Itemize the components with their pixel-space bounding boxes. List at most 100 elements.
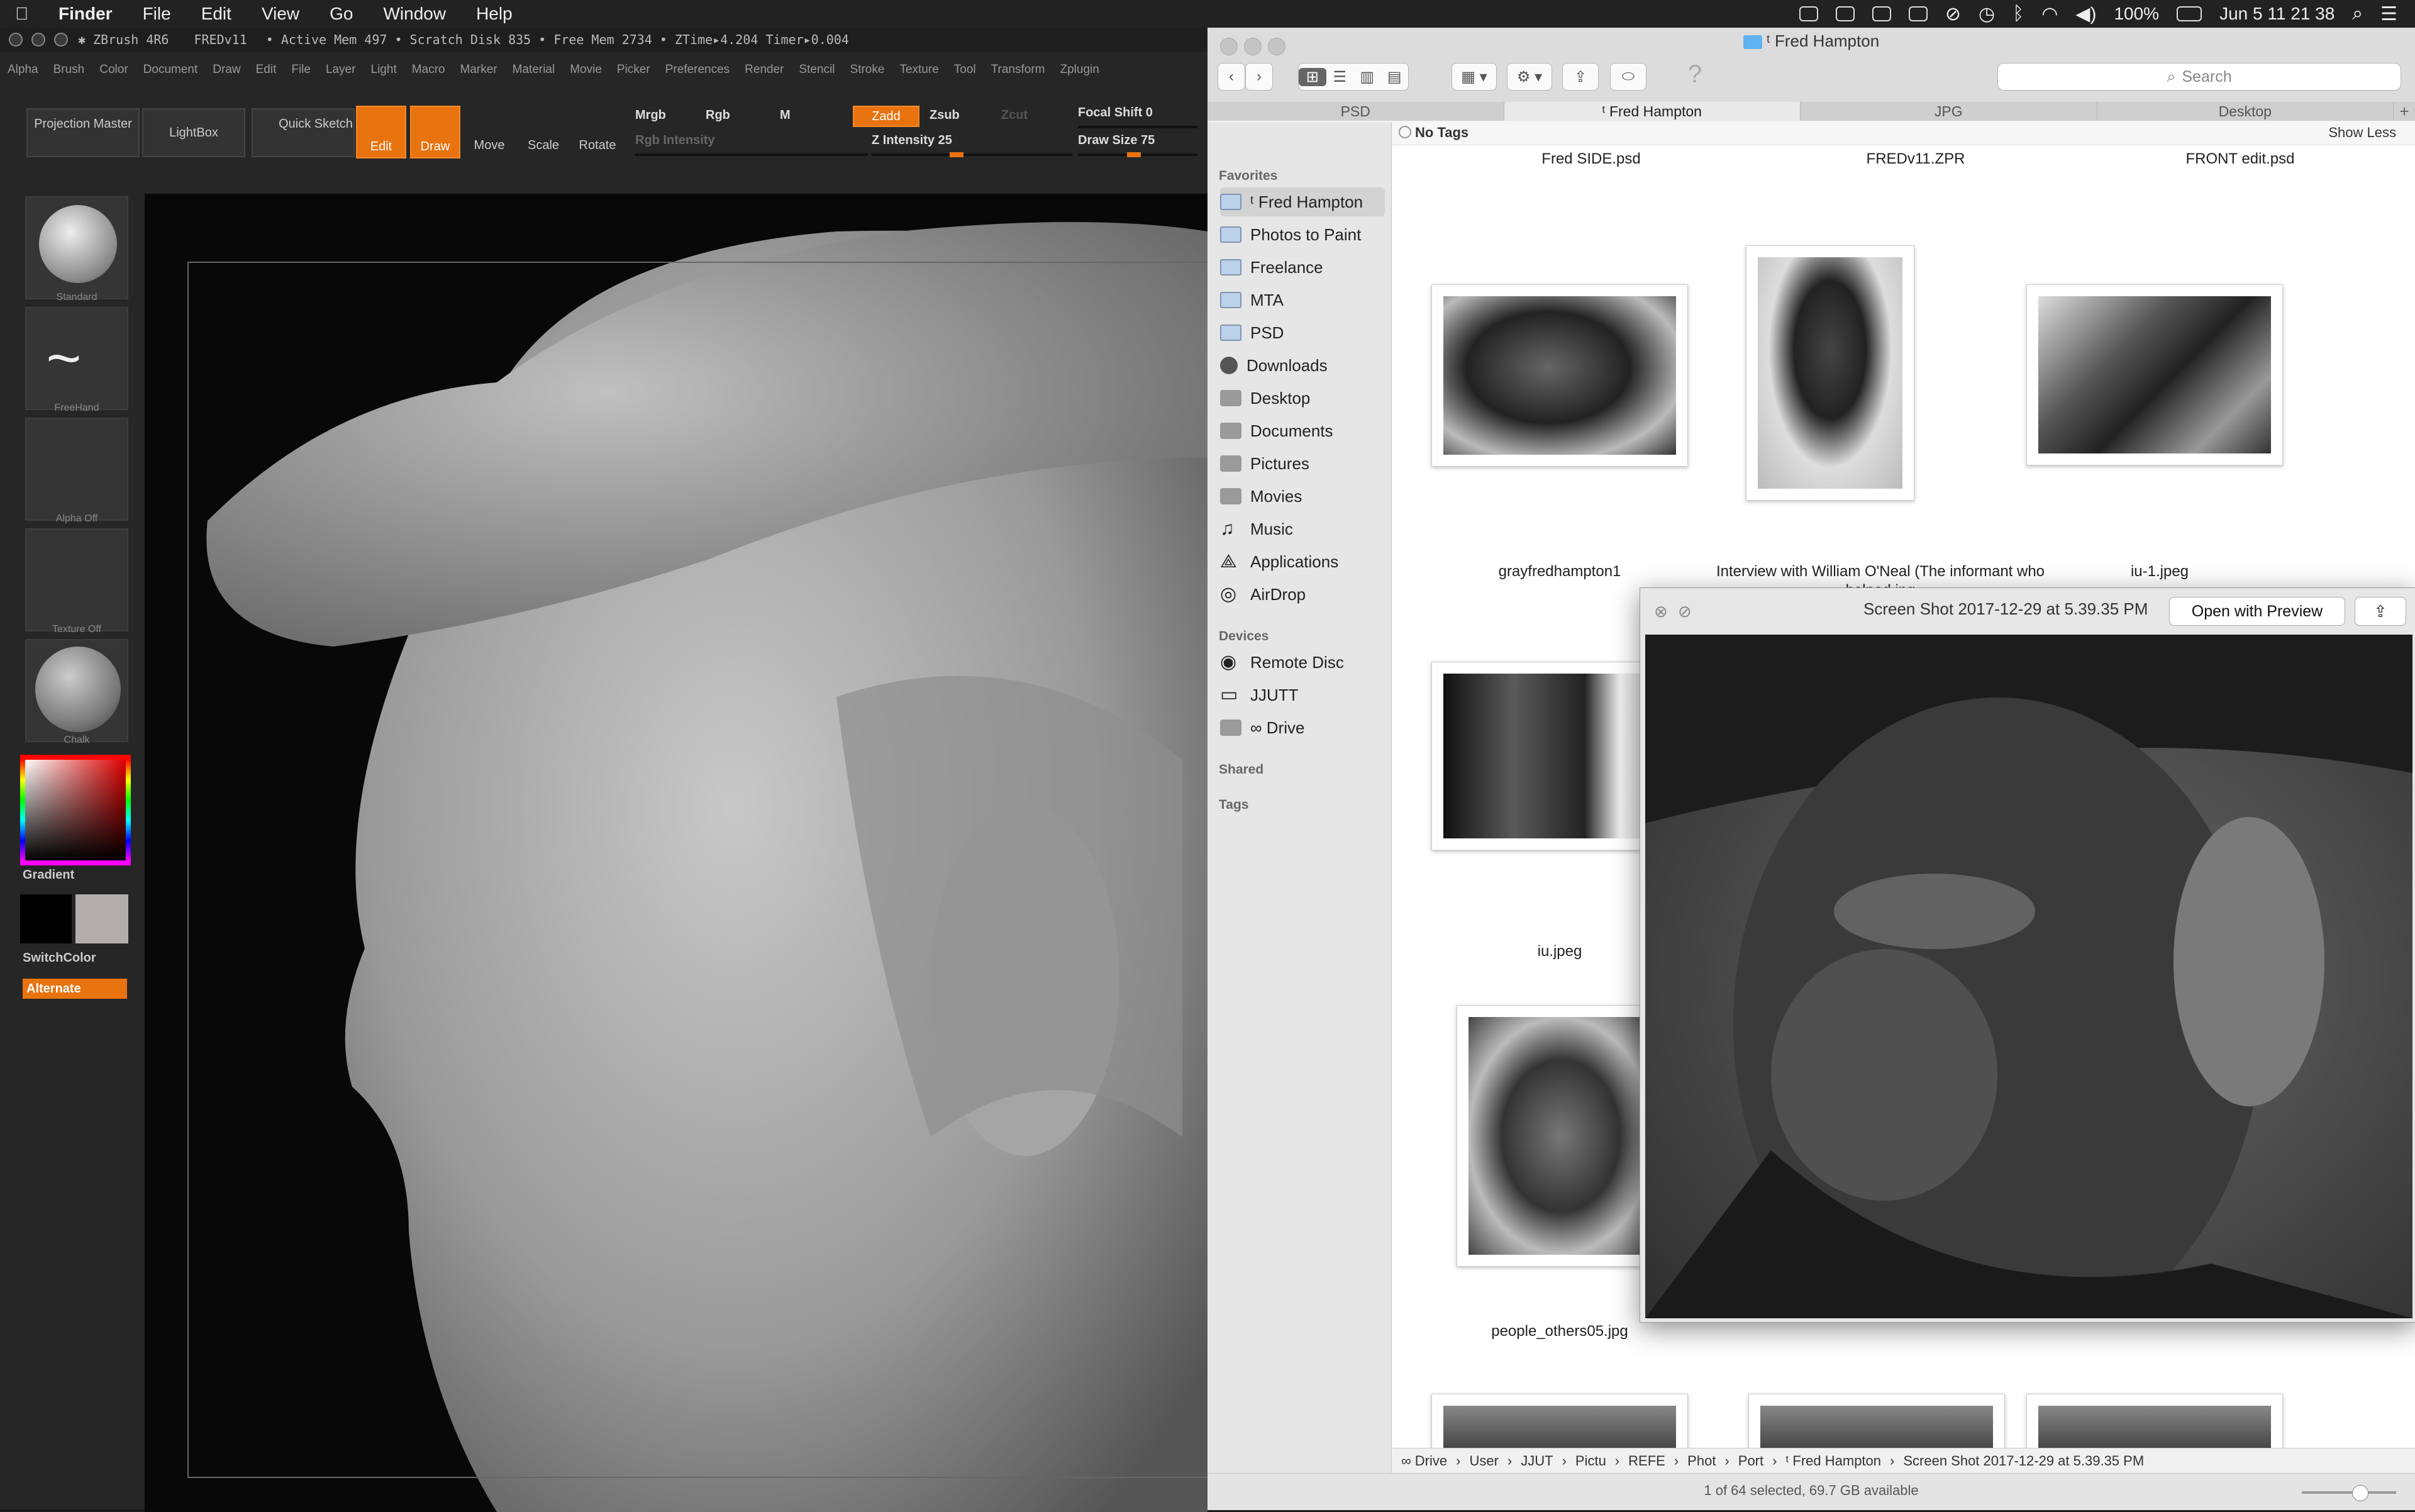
tab-jpg[interactable]: JPG	[1801, 102, 2097, 121]
zb-menu-light[interactable]: Light	[364, 63, 404, 77]
sync-icon[interactable]: ⊘	[1945, 3, 1961, 25]
zb-menu-file[interactable]: File	[284, 63, 318, 77]
draw-size-knob[interactable]	[1127, 152, 1141, 157]
file-thumbnail[interactable]	[1457, 1005, 1665, 1267]
path-segment[interactable]: Phot	[1687, 1453, 1716, 1469]
lightbox-button[interactable]: LightBox	[142, 108, 245, 157]
path-segment[interactable]: ∞ Drive	[1401, 1453, 1447, 1469]
freehand-stroke-button[interactable]: ~	[25, 307, 128, 410]
zb-menu-draw[interactable]: Draw	[205, 63, 248, 77]
zb-menu-material[interactable]: Material	[505, 63, 563, 77]
layout-icon[interactable]	[1835, 6, 1855, 21]
new-tab-button[interactable]: +	[2394, 102, 2415, 121]
menu-file[interactable]: File	[128, 4, 186, 24]
focal-shift-track[interactable]	[1078, 126, 1197, 128]
share-icon[interactable]: ⇪	[1562, 63, 1599, 91]
projection-master-button[interactable]: Projection Master	[26, 108, 140, 157]
rgb-button[interactable]: Rgb	[706, 108, 730, 123]
tab-fred-hampton[interactable]: ᵗ Fred Hampton	[1504, 102, 1801, 121]
zb-menu-preferences[interactable]: Preferences	[658, 63, 737, 77]
path-segment[interactable]: Port	[1738, 1453, 1763, 1469]
zbrush-close-button[interactable]	[9, 33, 23, 47]
path-segment[interactable]: Pictu	[1575, 1453, 1606, 1469]
quick-sketch-button[interactable]: Quick Sketch	[252, 108, 355, 157]
quick-look-close-icon[interactable]: ⊗	[1654, 602, 1668, 621]
drive-icon[interactable]	[1908, 6, 1928, 21]
sidebar-item-pictures[interactable]: Pictures	[1220, 449, 1385, 478]
z-intensity-knob[interactable]	[950, 152, 963, 157]
quick-look-fullscreen-icon[interactable]: ⊘	[1678, 602, 1692, 621]
z-intensity-slider[interactable]: Z Intensity 25	[872, 133, 952, 148]
action-gear-icon[interactable]: ⚙ ▾	[1507, 63, 1552, 91]
gradient-label[interactable]: Gradient	[23, 868, 74, 882]
draw-size-slider[interactable]: Draw Size 75	[1078, 133, 1155, 148]
clock[interactable]: Jun 5 11 21 38	[2219, 4, 2334, 24]
zb-menu-render[interactable]: Render	[737, 63, 791, 77]
app-menu[interactable]: Finder	[43, 4, 128, 24]
zb-menu-alpha[interactable]: Alpha	[0, 63, 46, 77]
sidebar-item-jjutt[interactable]: ▭ JJUTT	[1220, 681, 1385, 709]
zcut-button[interactable]: Zcut	[1001, 108, 1028, 123]
bluetooth-icon[interactable]: ᛒ	[2012, 3, 2024, 25]
tag-icon[interactable]: ⬭	[1610, 63, 1646, 91]
sidebar-item-desktop[interactable]: Desktop	[1220, 384, 1385, 413]
zb-menu-picker[interactable]: Picker	[609, 63, 658, 77]
file-thumbnail[interactable]	[1746, 245, 1914, 501]
path-segment[interactable]: REFE	[1628, 1453, 1665, 1469]
menu-window[interactable]: Window	[368, 4, 461, 24]
spotlight-icon[interactable]: ⌕	[2352, 3, 2363, 25]
printer-icon[interactable]	[1799, 6, 1818, 21]
search-field[interactable]: ⌕ Search	[1997, 63, 2401, 91]
battery-icon[interactable]	[2177, 6, 2202, 21]
sidebar-item-mta[interactable]: MTA	[1220, 286, 1385, 314]
rotate-mode-button[interactable]: Rotate	[571, 106, 624, 158]
icon-view-icon[interactable]: ⊞	[1299, 67, 1326, 86]
menu-edit[interactable]: Edit	[186, 4, 247, 24]
help-icon[interactable]: ?	[1688, 60, 1702, 89]
sidebar-item-documents[interactable]: Documents	[1220, 416, 1385, 445]
menu-help[interactable]: Help	[461, 4, 528, 24]
move-mode-button[interactable]: Move	[463, 106, 516, 158]
path-segment[interactable]: JJUT	[1521, 1453, 1553, 1469]
sidebar-item-movies[interactable]: Movies	[1220, 482, 1385, 511]
file-label[interactable]: Fred SIDE.psd	[1453, 150, 1729, 169]
zb-menu-stroke[interactable]: Stroke	[843, 63, 892, 77]
tab-psd[interactable]: PSD	[1208, 102, 1504, 121]
zb-menu-edit[interactable]: Edit	[248, 63, 284, 77]
zb-menu-movie[interactable]: Movie	[562, 63, 609, 77]
sidebar-item-photos-to-paint[interactable]: Photos to Paint	[1220, 220, 1385, 249]
tab-desktop[interactable]: Desktop	[2097, 102, 2394, 121]
sidebar-item-drive[interactable]: ∞ Drive	[1220, 713, 1385, 742]
file-thumbnail[interactable]	[1431, 284, 1688, 467]
sidebar-item-psd[interactable]: PSD	[1220, 318, 1385, 347]
edit-mode-button[interactable]: Edit	[356, 106, 406, 158]
file-thumbnail[interactable]	[2026, 284, 2283, 465]
sidebar-item-downloads[interactable]: Downloads	[1220, 351, 1385, 380]
view-mode-segmented[interactable]: ⊞ ☰ ▥ ▤	[1298, 63, 1409, 91]
forward-button[interactable]: ›	[1245, 63, 1273, 91]
no-tags-label[interactable]: No Tags	[1415, 125, 1468, 141]
file-label[interactable]: iu-1.jpeg	[2021, 562, 2298, 581]
mrgb-button[interactable]: Mrgb	[635, 108, 666, 123]
standard-brush-button[interactable]	[25, 196, 128, 299]
list-view-icon[interactable]: ☰	[1326, 68, 1354, 86]
apple-menu-icon[interactable]: 	[0, 4, 43, 24]
wifi-icon[interactable]: ◠	[2041, 3, 2058, 25]
zb-menu-marker[interactable]: Marker	[453, 63, 505, 77]
secondary-color-swatch[interactable]	[20, 894, 72, 943]
show-less-button[interactable]: Show Less	[2328, 125, 2396, 141]
rgb-intensity-track[interactable]	[635, 153, 868, 156]
sidebar-item-music[interactable]: ♫ Music	[1220, 514, 1385, 543]
column-view-icon[interactable]: ▥	[1353, 68, 1381, 86]
path-segment[interactable]: User	[1469, 1453, 1498, 1469]
back-button[interactable]: ‹	[1218, 63, 1245, 91]
zb-menu-macro[interactable]: Macro	[404, 63, 453, 77]
focal-shift-slider[interactable]: Focal Shift 0	[1078, 106, 1153, 120]
zb-menu-brush[interactable]: Brush	[46, 63, 92, 77]
open-with-preview-button[interactable]: Open with Preview	[2169, 597, 2345, 626]
time-machine-icon[interactable]: ◷	[1979, 3, 1995, 25]
alpha-button[interactable]	[25, 418, 128, 521]
material-button[interactable]	[25, 639, 128, 742]
zbrush-minimize-button[interactable]	[31, 33, 45, 47]
zb-menu-color[interactable]: Color	[92, 63, 135, 77]
